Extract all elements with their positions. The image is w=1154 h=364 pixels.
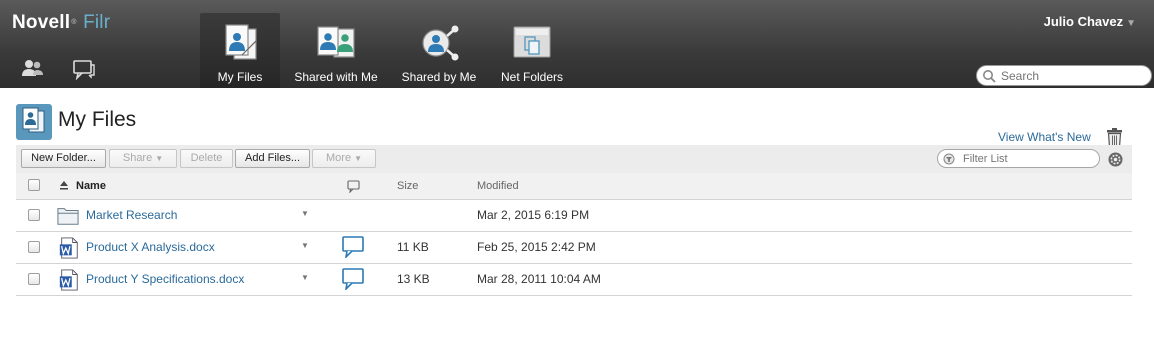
column-header-size[interactable]: Size [397, 180, 418, 192]
more-button[interactable]: More ▼ [312, 149, 376, 168]
app-logo: Novell® Filr [12, 12, 110, 34]
row-checkbox[interactable] [28, 241, 40, 253]
filter-box[interactable] [937, 149, 1100, 168]
table-header: Name Size Modified [16, 173, 1132, 200]
people-icon[interactable] [20, 58, 46, 80]
gear-icon[interactable] [1108, 152, 1123, 167]
net-folders-icon [513, 26, 551, 58]
file-name-link[interactable]: Market Research [86, 208, 177, 222]
tab-label: Shared with Me [294, 70, 378, 84]
button-label: Share [122, 152, 153, 164]
button-label: Delete [190, 152, 223, 164]
row-checkbox[interactable] [28, 273, 40, 285]
tab-shared-by-me[interactable]: Shared by Me [396, 13, 482, 88]
share-button[interactable]: Share ▼ [109, 149, 177, 168]
view-whats-new-link[interactable]: View What's New [998, 130, 1091, 144]
row-checkbox[interactable] [28, 209, 40, 221]
comment-icon [347, 180, 360, 193]
top-bar: Novell® Filr My Files Shared with Me Sha… [0, 0, 1154, 88]
tab-label: Net Folders [500, 70, 564, 84]
tab-my-files[interactable]: My Files [200, 13, 280, 88]
search-box[interactable] [976, 65, 1152, 86]
comments-icon[interactable] [71, 58, 97, 81]
shared-with-me-icon [317, 26, 355, 58]
user-menu[interactable]: Julio Chavez ▼ [1044, 14, 1136, 29]
file-size: 11 KB [397, 240, 429, 254]
row-menu-chevron-icon[interactable]: ▼ [301, 209, 309, 218]
filter-input[interactable] [963, 152, 1093, 165]
file-name-link[interactable]: Product X Analysis.docx [86, 240, 215, 254]
logo-registered-mark: ® [71, 19, 77, 27]
table-row[interactable]: Product X Analysis.docx ▼ 11 KB Feb 25, … [16, 232, 1132, 264]
comment-icon[interactable] [342, 236, 364, 258]
new-folder-button[interactable]: New Folder... [21, 149, 106, 168]
search-input[interactable] [1001, 68, 1146, 83]
user-name: Julio Chavez [1043, 14, 1124, 29]
table-row[interactable]: Market Research ▼ Mar 2, 2015 6:19 PM [16, 200, 1132, 232]
file-size: 13 KB [397, 272, 430, 286]
file-modified: Feb 25, 2015 2:42 PM [477, 240, 596, 254]
sort-asc-icon[interactable] [60, 181, 68, 190]
file-modified: Mar 28, 2011 10:04 AM [477, 272, 601, 286]
select-all-checkbox[interactable] [28, 179, 40, 191]
word-document-icon [59, 237, 78, 259]
chevron-down-icon: ▼ [354, 154, 362, 163]
my-files-icon [225, 24, 257, 60]
logo-brand: Novell [12, 12, 71, 33]
column-header-name[interactable]: Name [76, 180, 106, 192]
chevron-down-icon: ▼ [155, 154, 164, 163]
row-menu-chevron-icon[interactable]: ▼ [301, 241, 309, 250]
row-menu-chevron-icon[interactable]: ▼ [301, 273, 309, 282]
word-document-icon [59, 269, 78, 291]
folder-icon [57, 208, 79, 225]
delete-button[interactable]: Delete [180, 149, 233, 168]
filter-icon [943, 153, 955, 165]
search-icon [983, 70, 996, 83]
file-toolbar: New Folder... Share ▼ Delete Add Files...… [16, 145, 1132, 173]
logo-product: Filr [83, 12, 111, 33]
comment-icon[interactable] [342, 268, 364, 290]
button-label: New Folder... [31, 152, 96, 164]
shared-by-me-icon [422, 25, 459, 61]
chevron-down-icon: ▼ [1126, 18, 1136, 29]
tab-label: Shared by Me [401, 70, 477, 84]
column-header-modified[interactable]: Modified [477, 180, 519, 192]
table-row[interactable]: Product Y Specifications.docx ▼ 13 KB Ma… [16, 264, 1132, 296]
page-title: My Files [58, 108, 137, 131]
file-modified: Mar 2, 2015 6:19 PM [477, 208, 590, 222]
add-files-button[interactable]: Add Files... [235, 149, 310, 168]
my-files-page-icon [16, 104, 52, 140]
tab-net-folders[interactable]: Net Folders [494, 13, 570, 88]
button-label: More [326, 152, 352, 164]
tab-shared-with-me[interactable]: Shared with Me [288, 13, 384, 88]
file-name-link[interactable]: Product Y Specifications.docx [86, 272, 244, 286]
button-label: Add Files... [244, 152, 301, 164]
tab-label: My Files [217, 70, 263, 84]
